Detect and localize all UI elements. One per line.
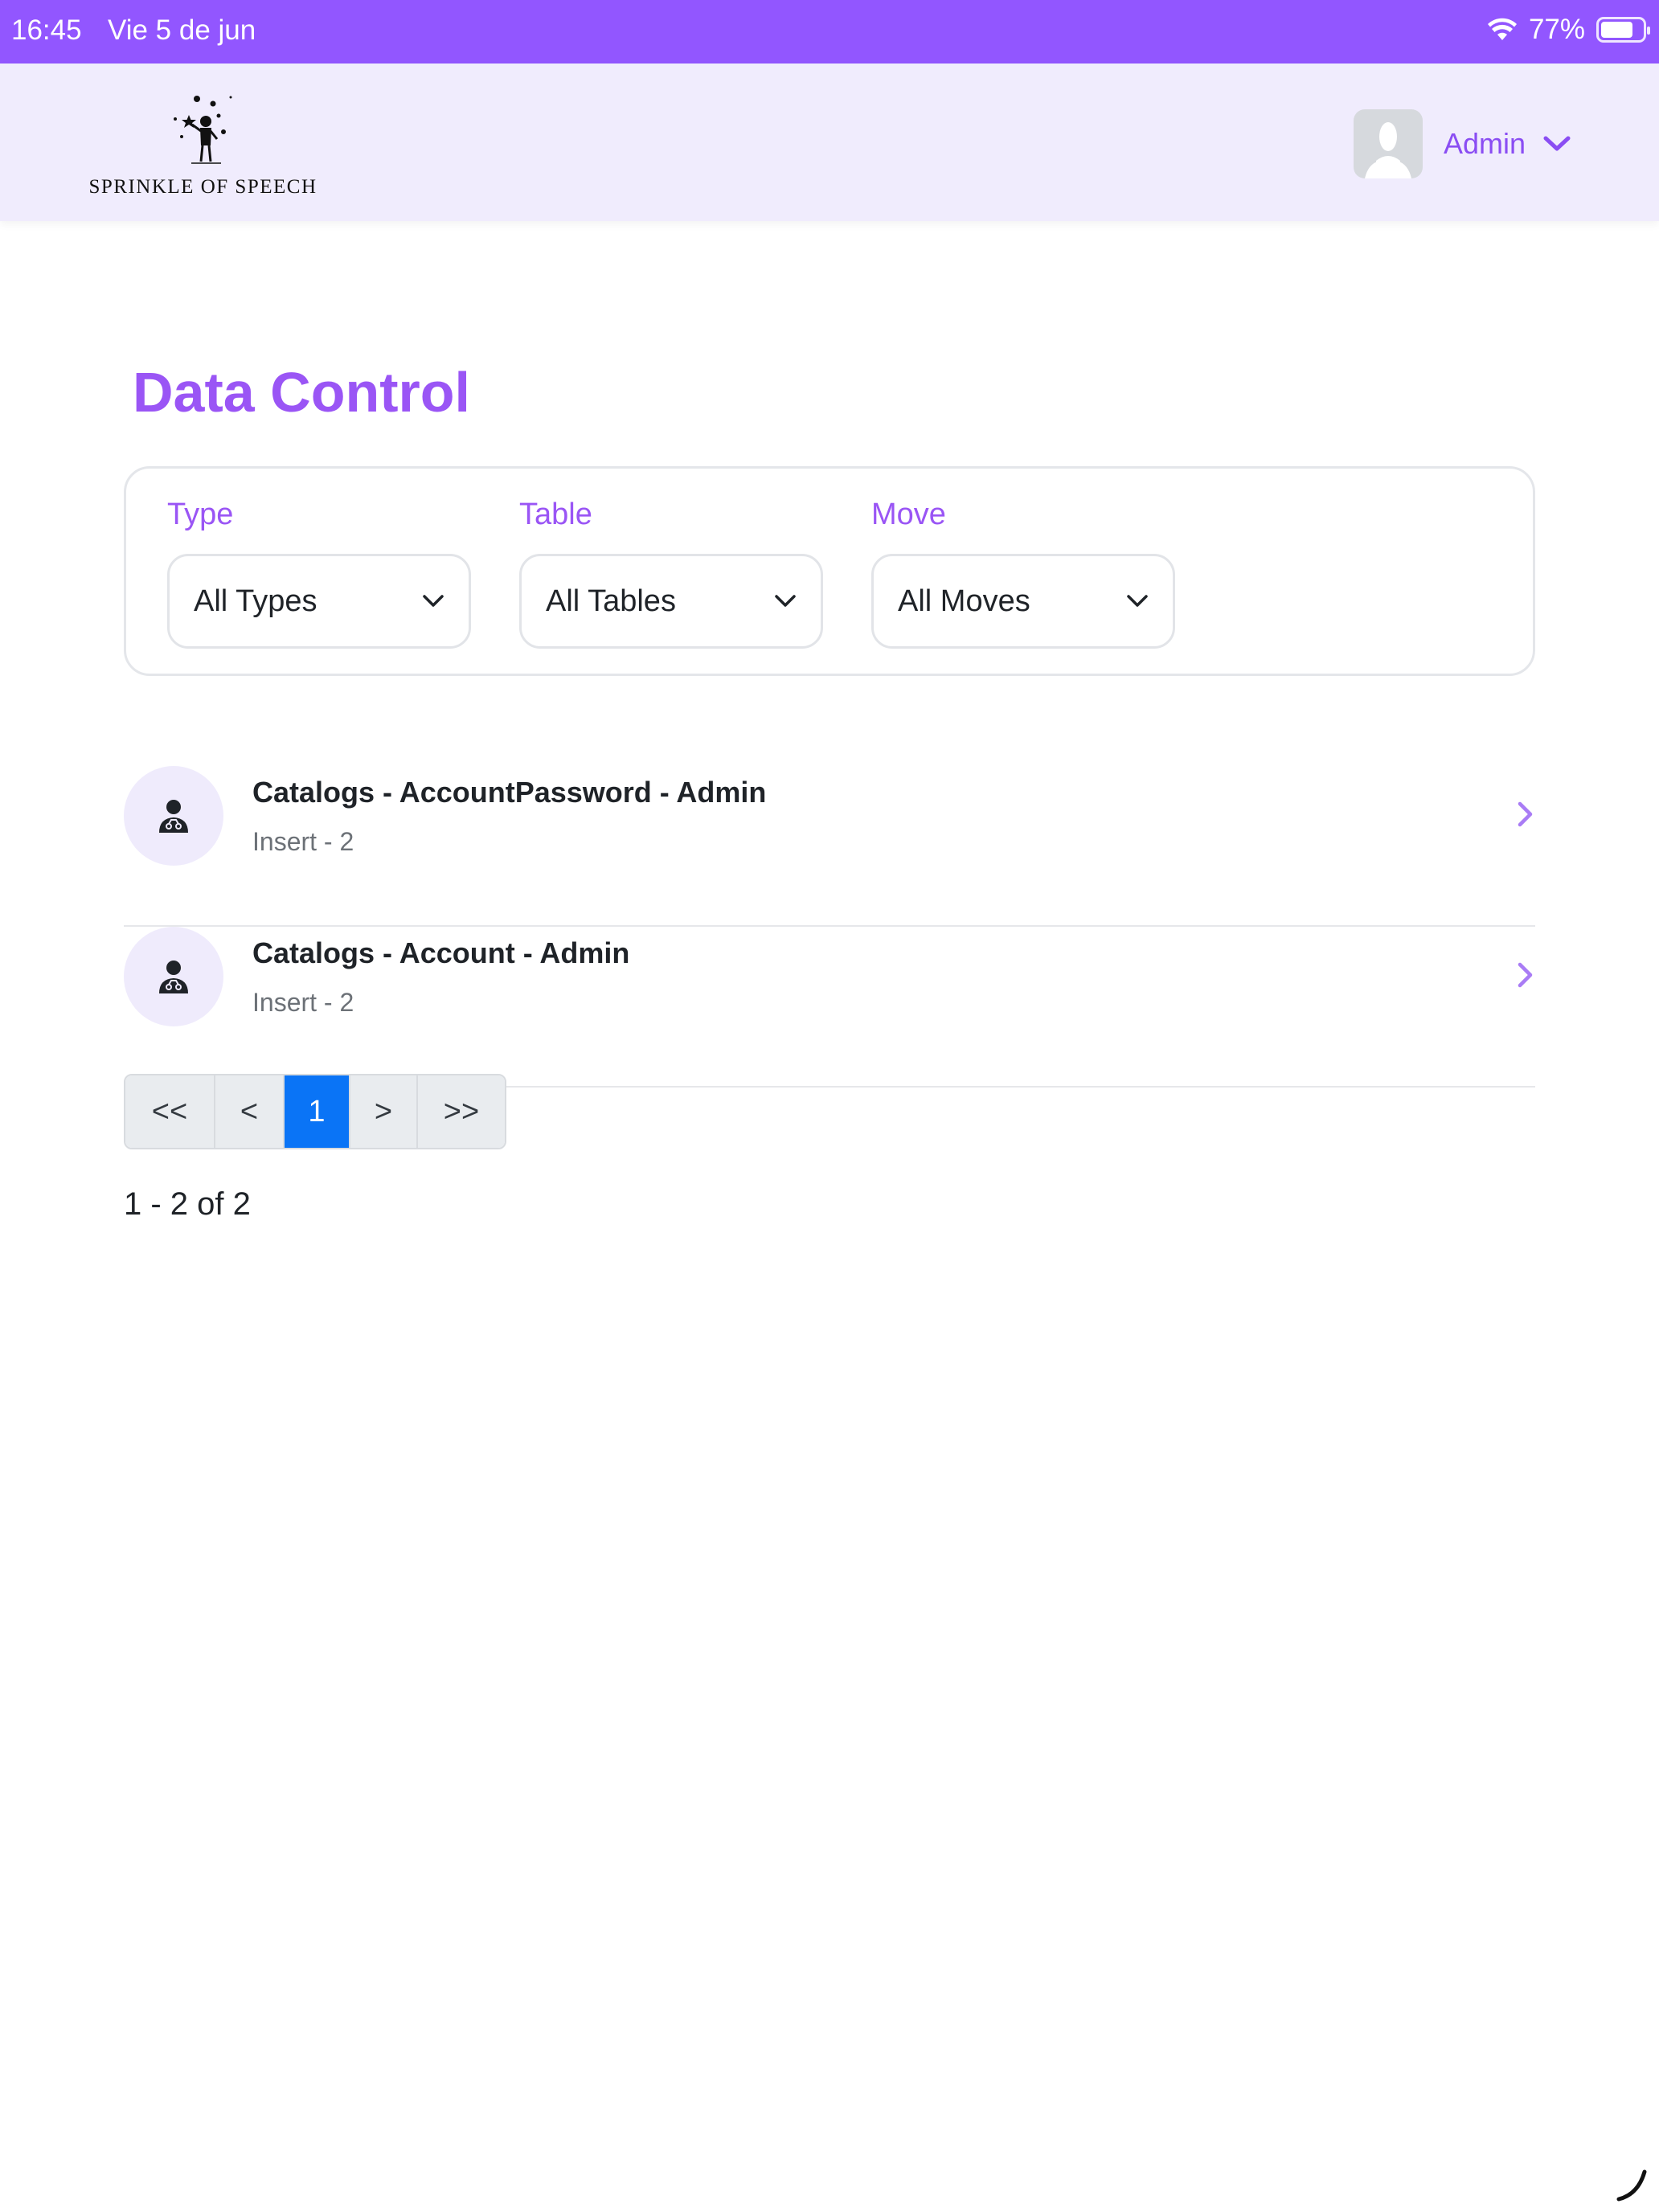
battery-icon [1596, 17, 1650, 43]
logo-text: SPRINKLE OF SPEECH [88, 176, 317, 198]
list-item[interactable]: Catalogs - Account - Admin Insert - 2 [124, 927, 1535, 1088]
move-select[interactable]: All Moves [871, 554, 1175, 649]
item-title: Catalogs - Account - Admin [252, 936, 630, 969]
status-time: 16:45 [11, 14, 82, 46]
list-item[interactable]: Catalogs - AccountPassword - Admin Inser… [124, 766, 1535, 927]
next-page-button[interactable]: > [350, 1075, 418, 1148]
chevron-down-icon [423, 595, 444, 607]
item-avatar [124, 766, 223, 866]
doctor-icon [159, 961, 188, 993]
table-select[interactable]: All Tables [519, 554, 823, 649]
wifi-icon [1487, 18, 1517, 40]
type-select-value: All Types [194, 584, 317, 618]
type-filter: Type All Types [167, 498, 471, 649]
user-silhouette-icon [1365, 122, 1411, 178]
prev-page-button[interactable]: < [215, 1075, 285, 1148]
chevron-down-icon [775, 595, 796, 607]
item-subtitle: Insert - 2 [252, 988, 354, 1017]
first-page-button[interactable]: << [125, 1075, 215, 1148]
battery-percent: 77% [1528, 14, 1585, 45]
table-select-value: All Tables [546, 584, 676, 618]
last-page-button[interactable]: >> [418, 1075, 505, 1148]
item-subtitle: Insert - 2 [252, 827, 354, 856]
app-header: SPRINKLE OF SPEECH Admin [0, 63, 1659, 221]
chevron-down-icon [1127, 595, 1148, 607]
status-date: Vie 5 de jun [108, 14, 256, 46]
avatar[interactable] [1354, 109, 1423, 178]
move-filter-label: Move [871, 498, 946, 531]
status-indicators: 77% [1487, 14, 1650, 46]
page-count: 1 - 2 of 2 [124, 1186, 251, 1222]
item-title: Catalogs - AccountPassword - Admin [252, 776, 767, 809]
battery-fill [1601, 22, 1632, 38]
page-1-button[interactable]: 1 [285, 1075, 350, 1148]
table-filter-label: Table [519, 498, 592, 531]
chevron-right-icon[interactable] [1516, 800, 1535, 829]
user-name[interactable]: Admin [1444, 127, 1526, 161]
page-title: Data Control [133, 361, 470, 424]
user-menu[interactable]: Admin [1354, 109, 1571, 179]
move-select-value: All Moves [898, 584, 1030, 618]
doctor-icon [159, 800, 188, 833]
chevron-down-icon[interactable] [1543, 135, 1571, 153]
type-filter-label: Type [167, 498, 234, 531]
chevron-right-icon[interactable] [1516, 961, 1535, 989]
filter-card: Type All Types Table All Tables Move All… [124, 466, 1535, 676]
move-filter: Move All Moves [871, 498, 1175, 649]
type-select[interactable]: All Types [167, 554, 471, 649]
pagination: << < 1 > >> [124, 1074, 506, 1149]
logo[interactable]: SPRINKLE OF SPEECH [80, 94, 326, 199]
status-bar: 16:45 Vie 5 de jun 77% [0, 0, 1659, 63]
item-avatar [124, 927, 223, 1026]
logo-figure-icon [174, 96, 232, 164]
table-filter: Table All Tables [519, 498, 823, 649]
resize-handle-icon [1616, 2169, 1647, 2202]
